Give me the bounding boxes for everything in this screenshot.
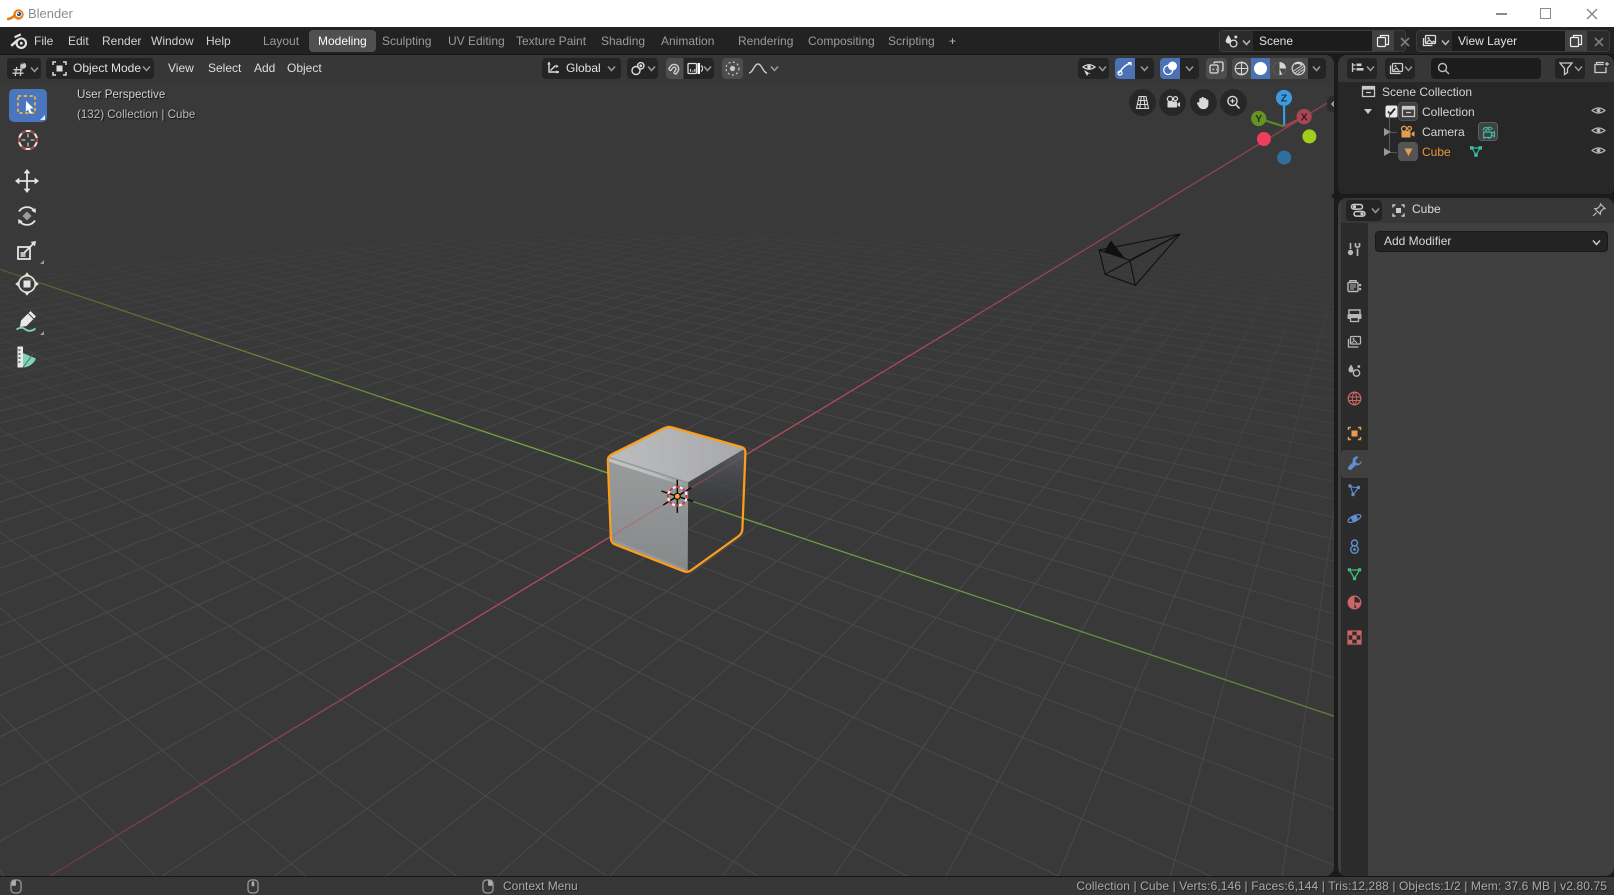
- svg-text:Z: Z: [1281, 93, 1288, 105]
- svg-text:Y: Y: [1255, 113, 1262, 125]
- svg-text:X: X: [1301, 111, 1308, 123]
